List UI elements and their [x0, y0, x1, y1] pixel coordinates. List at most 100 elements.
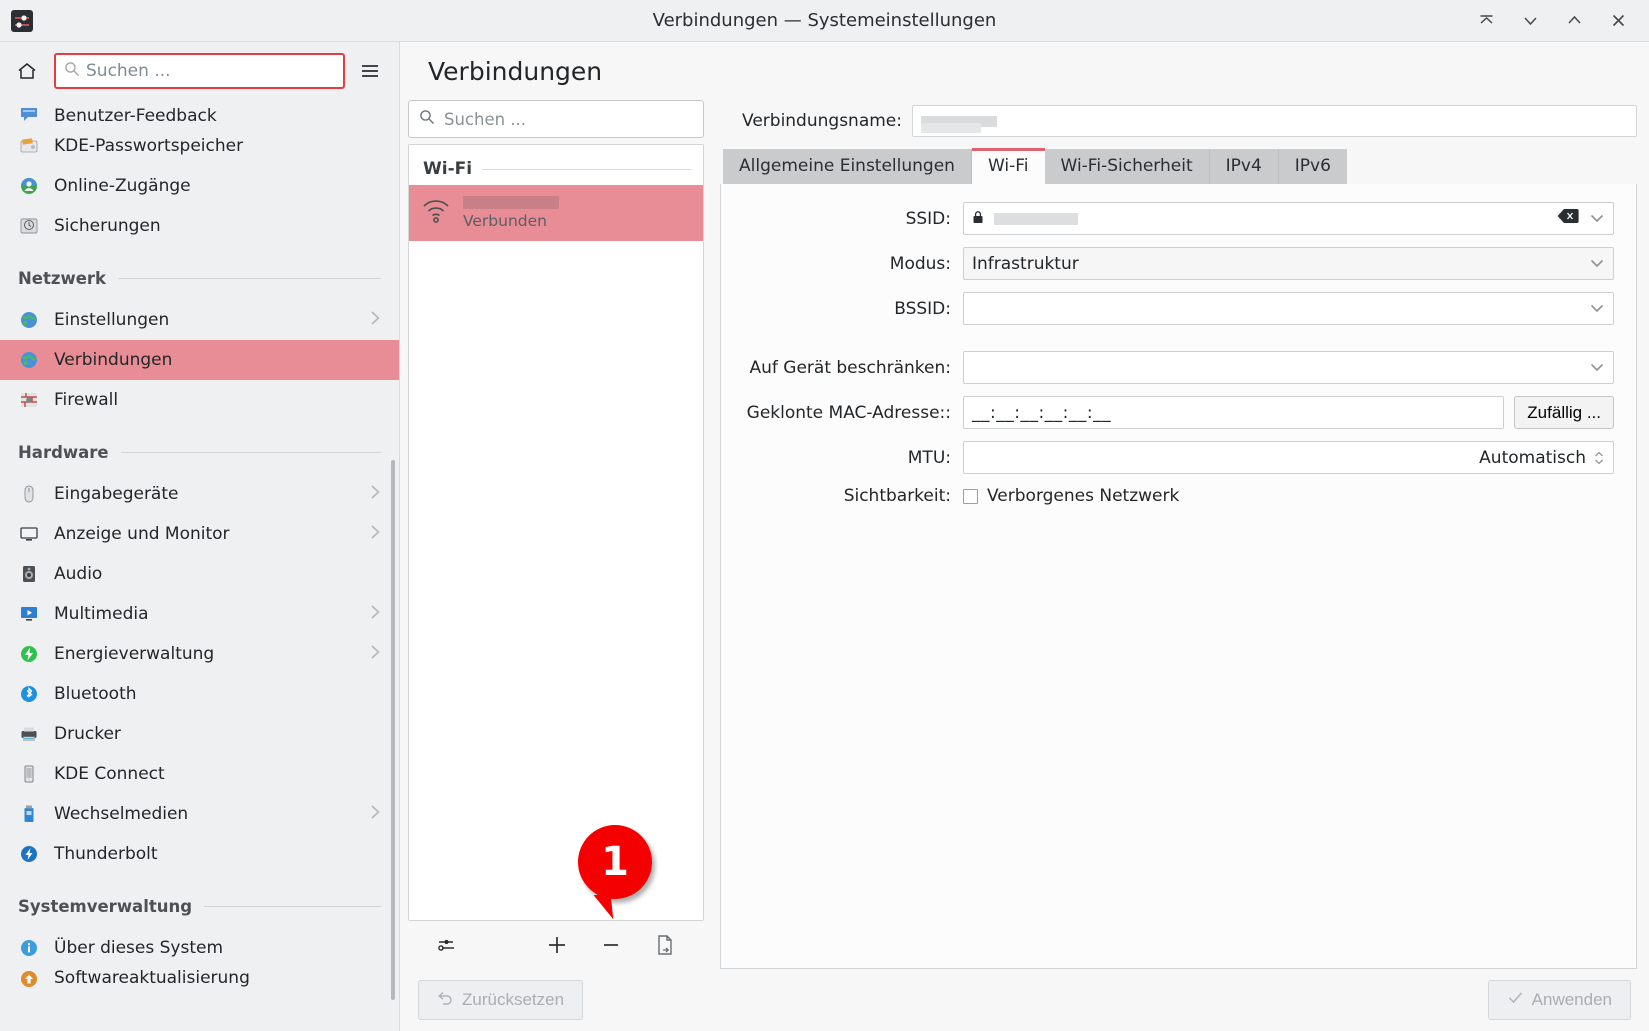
apply-button-label: Anwenden: [1531, 990, 1612, 1009]
sidebar-item-eingabegeraete[interactable]: Eingabegeräte: [0, 474, 399, 514]
tab-ipv4[interactable]: IPv4: [1209, 149, 1279, 184]
hidden-network-checkbox-row[interactable]: Verborgenes Netzwerk: [963, 486, 1614, 506]
tab-wifi-sicherheit[interactable]: Wi-Fi-Sicherheit: [1044, 149, 1210, 184]
clear-backspace-icon[interactable]: [1557, 208, 1579, 229]
chevron-right-icon: [370, 310, 381, 330]
chevron-down-icon[interactable]: [1589, 209, 1605, 229]
sidebar-item-kde-connect[interactable]: KDE Connect: [0, 754, 399, 794]
reset-button[interactable]: Zurücksetzen: [418, 980, 584, 1020]
sidebar-item-energieverwaltung[interactable]: Energieverwaltung: [0, 634, 399, 674]
annotation-number: 1: [601, 839, 629, 885]
sidebar-item-firewall[interactable]: Firewall: [0, 380, 399, 420]
connection-list-item[interactable]: Verbunden: [409, 185, 703, 241]
annotation-marker-1: 1: [578, 825, 652, 899]
speaker-icon: [18, 563, 40, 585]
chevron-right-icon: [370, 604, 381, 624]
apply-button[interactable]: Anwenden: [1487, 980, 1631, 1020]
modus-combobox[interactable]: Infrastruktur: [963, 247, 1614, 280]
chevron-down-icon[interactable]: [1589, 358, 1605, 378]
connection-list: Wi-Fi Verbunden: [408, 144, 704, 921]
restrict-device-combobox[interactable]: [963, 351, 1614, 384]
add-connection-button[interactable]: [540, 928, 574, 962]
remove-connection-button[interactable]: [594, 928, 628, 962]
cloned-mac-label: Geklonte MAC-Adresse::: [746, 402, 951, 423]
sidebar-item-benutzer-feedback[interactable]: Benutzer-Feedback: [0, 100, 399, 126]
sidebar-list: Benutzer-Feedback KDE-Passwortspeicher O…: [0, 100, 399, 1031]
modus-label: Modus:: [889, 253, 951, 274]
sidebar-item-multimedia[interactable]: Multimedia: [0, 594, 399, 634]
keep-above-icon[interactable]: [1471, 6, 1501, 36]
printer-icon: [18, 723, 40, 745]
sidebar-item-kde-passwortspeicher[interactable]: KDE-Passwortspeicher: [0, 126, 399, 166]
window-controls: [1471, 6, 1649, 36]
mtu-value: Automatisch: [1479, 447, 1586, 468]
field-row-visibility: Sichtbarkeit: Verborgenes Netzwerk: [721, 486, 1614, 506]
sidebar-item-wechselmedien[interactable]: Wechselmedien: [0, 794, 399, 834]
chevron-down-icon[interactable]: [1589, 254, 1605, 274]
restrict-device-label: Auf Gerät beschränken:: [749, 357, 951, 378]
sidebar-item-label: Audio: [54, 564, 103, 584]
field-row-cloned-mac: Geklonte MAC-Adresse:: __:__:__:__:__:__…: [721, 396, 1614, 429]
random-mac-button[interactable]: Zufällig ...: [1514, 396, 1614, 429]
export-connection-button[interactable]: [648, 928, 682, 962]
configure-button[interactable]: [430, 928, 464, 962]
connection-item-text: Verbunden: [463, 196, 559, 230]
sidebar-item-einstellungen[interactable]: Einstellungen: [0, 300, 399, 340]
lock-icon: [972, 209, 984, 229]
sidebar-item-ueber-dieses-system[interactable]: Über dieses System: [0, 928, 399, 968]
backup-icon: [18, 215, 40, 237]
home-icon[interactable]: [10, 54, 44, 88]
sidebar-item-label: Eingabegeräte: [54, 484, 179, 504]
connection-name-input[interactable]: [912, 105, 1637, 137]
sidebar-item-label: Anzeige und Monitor: [54, 524, 230, 544]
hidden-network-checkbox[interactable]: [963, 488, 978, 504]
sidebar-item-label: Über dieses System: [54, 938, 224, 958]
sidebar-item-audio[interactable]: Audio: [0, 554, 399, 594]
tab-wifi[interactable]: Wi-Fi: [971, 148, 1045, 184]
connection-name-label: Verbindungsname:: [742, 111, 902, 131]
chevron-right-icon: [370, 804, 381, 824]
tab-ipv6[interactable]: IPv6: [1278, 149, 1347, 184]
bssid-label: BSSID:: [894, 298, 951, 319]
sidebar-search-placeholder: Suchen ...: [86, 61, 171, 81]
sidebar-scrollbar[interactable]: [391, 460, 395, 1000]
content-header: Verbindungen: [400, 42, 1649, 100]
sidebar-item-thunderbolt[interactable]: Thunderbolt: [0, 834, 399, 874]
sidebar: Suchen ... Benutzer-Feedback KDE-Passwor…: [0, 42, 400, 1031]
sidebar-item-anzeige-und-monitor[interactable]: Anzeige und Monitor: [0, 514, 399, 554]
bluetooth-icon: [18, 683, 40, 705]
sidebar-search-input[interactable]: Suchen ...: [54, 53, 345, 89]
sidebar-item-verbindungen[interactable]: Verbindungen: [0, 340, 399, 380]
sidebar-item-bluetooth[interactable]: Bluetooth: [0, 674, 399, 714]
usb-icon: [18, 803, 40, 825]
connection-list-panel: Suchen ... Wi-Fi Verbunden 1: [408, 100, 704, 969]
sidebar-item-online-zugaenge[interactable]: Online-Zugänge: [0, 166, 399, 206]
wifi-icon: [421, 198, 451, 229]
power-icon: [18, 643, 40, 665]
sidebar-item-drucker[interactable]: Drucker: [0, 714, 399, 754]
undo-icon: [437, 990, 454, 1010]
divider: [482, 168, 691, 170]
bssid-combobox[interactable]: [963, 292, 1614, 325]
mtu-label: MTU:: [907, 447, 951, 468]
maximize-icon[interactable]: [1559, 6, 1589, 36]
spinner-arrows-icon[interactable]: [1593, 448, 1605, 468]
ssid-redacted: [994, 212, 1078, 225]
chevron-down-icon[interactable]: [1589, 299, 1605, 319]
connection-search-input[interactable]: Suchen ...: [408, 100, 704, 138]
cloned-mac-input[interactable]: __:__:__:__:__:__: [963, 396, 1505, 429]
sidebar-item-sicherungen[interactable]: Sicherungen: [0, 206, 399, 246]
hamburger-icon[interactable]: [355, 56, 385, 86]
sidebar-item-label: Thunderbolt: [54, 844, 158, 864]
minimize-icon[interactable]: [1515, 6, 1545, 36]
mtu-spinbox[interactable]: Automatisch: [963, 441, 1614, 474]
feedback-icon: [18, 104, 40, 126]
reset-button-label: Zurücksetzen: [462, 990, 565, 1009]
ssid-value: [972, 209, 1557, 229]
dialog-footer: Zurücksetzen Anwenden: [400, 969, 1649, 1031]
tab-allgemeine-einstellungen[interactable]: Allgemeine Einstellungen: [723, 149, 972, 184]
sidebar-item-softwareaktualisierung[interactable]: Softwareaktualisierung: [0, 968, 399, 994]
ssid-combobox[interactable]: [963, 202, 1614, 235]
close-icon[interactable]: [1603, 6, 1633, 36]
wallet-icon: [18, 135, 40, 157]
